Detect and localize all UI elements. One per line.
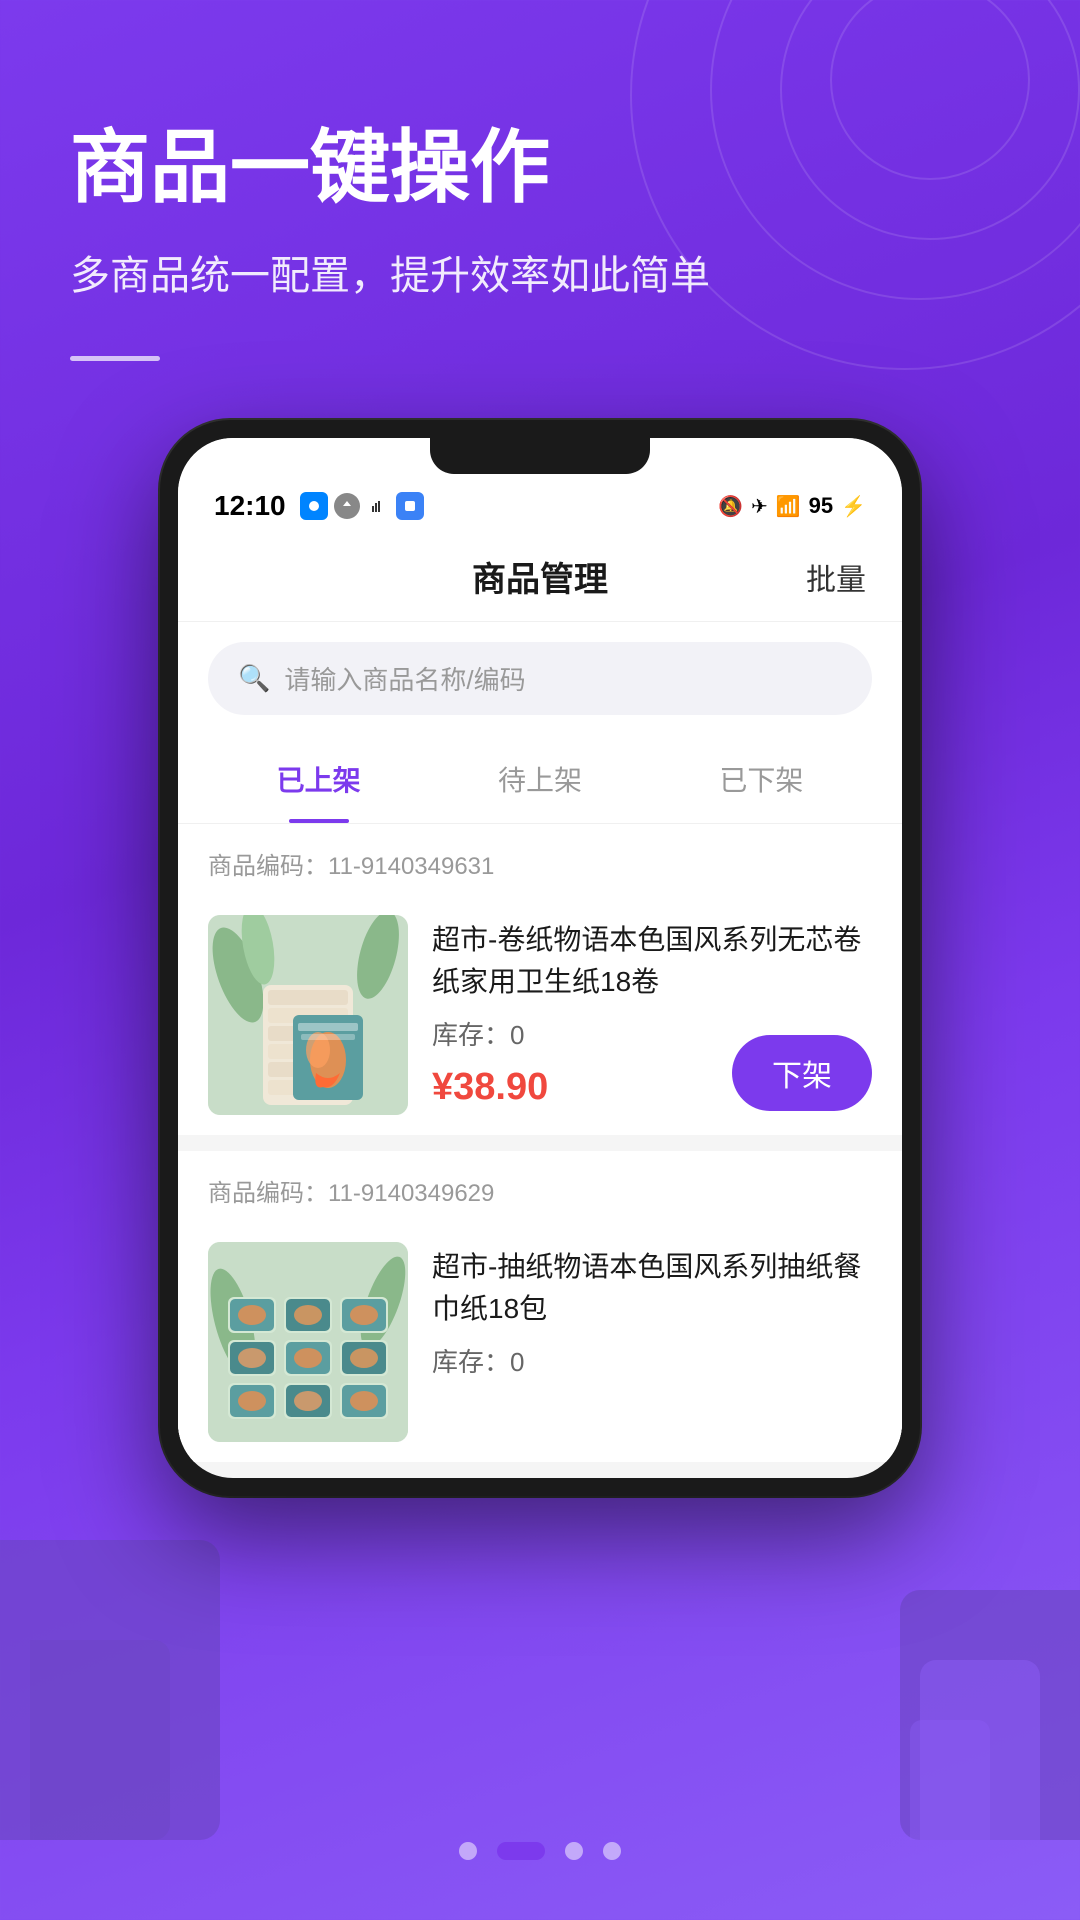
product-group-2: 商品编码：11-9140349629 [178,1151,902,1462]
decorative-shape-left [0,1540,220,1840]
product-image-1 [208,915,408,1115]
wifi-icon: 📶 [776,494,801,519]
product-stock-2: 库存：0 [432,1342,872,1379]
product-item-2: 超市-抽纸物语本色国风系列抽纸餐巾纸18包 库存：0 [178,1222,902,1462]
sub-title: 多商品统一配置，提升效率如此简单 [70,246,1010,306]
status-icon-4 [396,492,424,520]
battery-text: 95 [809,493,833,519]
product-code-1: 商品编码：11-9140349631 [178,824,902,895]
search-box[interactable]: 🔍 请输入商品名称/编码 [208,642,872,715]
product-list: 商品编码：11-9140349631 [178,824,902,1462]
product-svg-2 [208,1242,408,1442]
decorative-shape-right-tall [920,1660,1040,1840]
product-code-2: 商品编码：11-9140349629 [178,1151,902,1222]
search-input[interactable]: 请输入商品名称/编码 [284,660,525,697]
app-header: 商品管理 批量 [178,532,902,622]
product-image-2 [208,1242,408,1442]
decorative-shape-right [900,1590,1080,1840]
status-right: 🔕 ✈ 📶 95 ⚡ [718,493,866,519]
product-group-1: 商品编码：11-9140349631 [178,824,902,1135]
phone-mockup: 12:10 🔕 ✈ � [160,420,920,1496]
product-info-2: 超市-抽纸物语本色国风系列抽纸餐巾纸18包 库存：0 [432,1242,872,1442]
phone-frame: 12:10 🔕 ✈ � [160,420,920,1496]
product-name-1: 超市-卷纸物语本色国风系列无芯卷纸家用卫生纸18卷 [432,919,872,1003]
product-svg-1 [208,915,408,1115]
battery-icon: ⚡ [841,494,866,519]
status-icon-3 [366,494,390,518]
decorative-shape-left-inner [30,1640,170,1840]
product-name-2: 超市-抽纸物语本色国风系列抽纸餐巾纸18包 [432,1246,872,1330]
tab-pending[interactable]: 待上架 [429,735,650,823]
dot-1[interactable] [459,1842,477,1860]
status-icon-1 [300,492,328,520]
dot-3[interactable] [565,1842,583,1860]
batch-button[interactable]: 批量 [806,555,866,599]
phone-screen: 12:10 🔕 ✈ � [178,438,902,1478]
delist-button[interactable]: 下架 [732,1035,872,1111]
header-area: 商品一键操作 多商品统一配置，提升效率如此简单 [0,0,1080,401]
dot-4[interactable] [603,1842,621,1860]
phone-notch [430,438,650,474]
tab-delisted[interactable]: 已下架 [651,735,872,823]
mute-icon: 🔕 [718,494,743,519]
tabs-area: 已上架 待上架 已下架 [178,735,902,824]
product-item-1: 超市-卷纸物语本色国风系列无芯卷纸家用卫生纸18卷 库存：0 ¥38.90 下架 [178,895,902,1135]
dot-2[interactable] [497,1842,545,1860]
pagination-dots [459,1842,621,1860]
tab-listed[interactable]: 已上架 [208,735,429,823]
decorative-shape-right-small [910,1720,990,1840]
app-title: 商品管理 [274,552,806,601]
status-time: 12:10 [214,490,286,522]
search-area: 🔍 请输入商品名称/编码 [178,622,902,735]
status-icon-2 [334,493,360,519]
airplane-icon: ✈ [751,494,768,519]
main-title: 商品一键操作 [70,120,1010,216]
divider-line [70,356,160,361]
status-left: 12:10 [214,490,424,522]
search-icon: 🔍 [238,663,270,694]
